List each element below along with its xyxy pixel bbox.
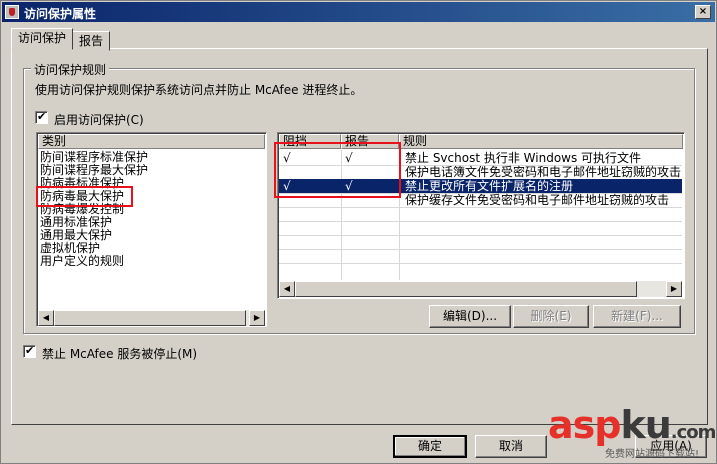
scroll-thumb[interactable] xyxy=(54,310,246,326)
rule-row-selected[interactable]: √ √ 禁止更改所有文件扩展名的注册 xyxy=(279,179,682,193)
rule-cell[interactable]: 禁止 Svchost 执行非 Windows 可执行文件 xyxy=(405,151,641,165)
tab-report[interactable]: 报告 xyxy=(72,31,111,51)
rule-cell[interactable]: 保护缓存文件免受密码和电子邮件地址窃贼的攻击 xyxy=(405,193,669,207)
cancel-button[interactable]: 取消 xyxy=(475,435,547,458)
grid-line xyxy=(279,207,682,208)
tab-access-protection[interactable]: 访问保护 xyxy=(11,28,74,50)
enable-protection-label[interactable]: 启用访问保护(C) xyxy=(54,111,144,128)
grid-line xyxy=(279,263,682,264)
rule-row[interactable]: 保护缓存文件免受密码和电子邮件地址窃贼的攻击 xyxy=(279,193,682,207)
block-cell[interactable]: √ xyxy=(283,151,291,165)
grid-line xyxy=(279,221,682,222)
column-rule[interactable]: 规则 xyxy=(399,134,683,149)
category-listbox[interactable]: 类别 防间谍程序标准保护 防间谍程序最大保护 防病毒标准保护 防病毒最大保护 防… xyxy=(36,132,267,327)
category-hscrollbar[interactable]: ◀ ▶ xyxy=(38,310,265,326)
report-cell[interactable]: √ xyxy=(345,151,353,165)
service-stop-label[interactable]: 禁止 McAfee 服务被停止(M) xyxy=(42,345,197,362)
rule-row[interactable]: 保护电话簿文件免受密码和电子邮件地址窃贼的攻击 xyxy=(279,165,682,179)
rule-row[interactable]: √ √ 禁止 Svchost 执行非 Windows 可执行文件 xyxy=(279,151,682,165)
window-title: 访问保护属性 xyxy=(24,7,97,21)
delete-button[interactable]: 删除(E) xyxy=(513,305,589,328)
scroll-left-icon[interactable]: ◀ xyxy=(38,310,54,326)
column-block[interactable]: 阻挡 xyxy=(279,134,341,149)
rules-hscrollbar[interactable]: ◀ ▶ xyxy=(279,281,682,297)
scroll-right-icon[interactable]: ▶ xyxy=(249,310,265,326)
watermark-subtitle: 免费网站源码下载站! xyxy=(605,449,700,460)
enable-protection-checkbox[interactable] xyxy=(35,110,48,124)
title-bar[interactable]: 访问保护属性 × xyxy=(2,2,715,22)
scroll-left-icon[interactable]: ◀ xyxy=(279,281,295,297)
group-description: 使用访问保护规则保护系统访问点并防止 McAfee 进程终止。 xyxy=(35,83,363,97)
edit-button[interactable]: 编辑(D)... xyxy=(429,305,511,328)
block-cell[interactable]: √ xyxy=(283,179,291,193)
column-report[interactable]: 报告 xyxy=(341,134,399,149)
rule-cell[interactable]: 保护电话簿文件免受密码和电子邮件地址窃贼的攻击 xyxy=(405,165,681,179)
grid-line xyxy=(279,235,682,236)
grid-line xyxy=(279,249,682,250)
rule-cell[interactable]: 禁止更改所有文件扩展名的注册 xyxy=(405,179,573,193)
ok-button[interactable]: 确定 xyxy=(393,435,467,458)
category-item[interactable]: 用户定义的规则 xyxy=(40,255,124,268)
scroll-right-icon[interactable]: ▶ xyxy=(666,281,682,297)
service-stop-checkbox[interactable] xyxy=(23,344,36,358)
category-header[interactable]: 类别 xyxy=(38,134,265,149)
group-legend: 访问保护规则 xyxy=(31,61,110,78)
rules-table[interactable]: 阻挡 报告 规则 √ √ 禁止 Svchost 执行非 Windows 可执行文… xyxy=(277,132,685,299)
new-button[interactable]: 新建(F)... xyxy=(593,305,681,328)
scroll-thumb[interactable] xyxy=(295,281,637,297)
app-shield-icon xyxy=(5,5,19,19)
close-button[interactable]: × xyxy=(695,5,711,19)
dialog-window: 访问保护属性 × 访问保护 报告 访问保护规则 使用访问保护规则保护系统访问点并… xyxy=(0,0,717,464)
report-cell[interactable]: √ xyxy=(345,179,353,193)
